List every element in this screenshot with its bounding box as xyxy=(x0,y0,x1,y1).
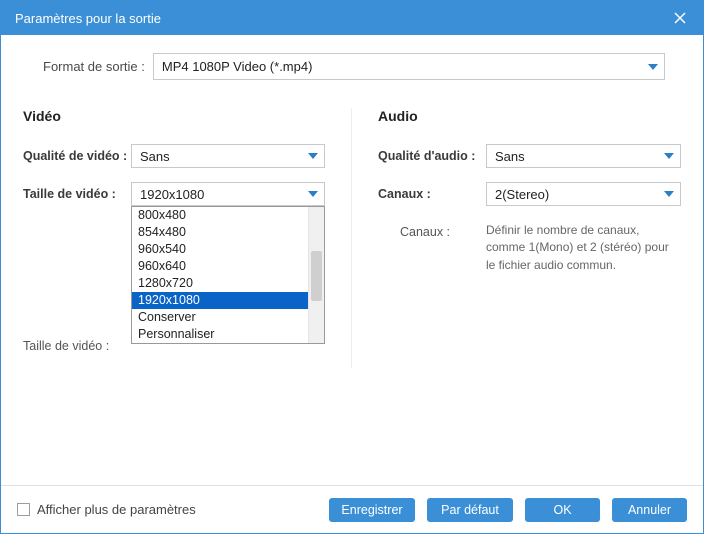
video-size-desc-label: Taille de vidéo : xyxy=(23,334,131,354)
video-size-option[interactable]: 1920x1080 xyxy=(132,292,324,309)
chevron-down-icon xyxy=(648,64,658,70)
video-size-option[interactable]: 854x480 xyxy=(132,224,324,241)
audio-quality-label: Qualité d'audio : xyxy=(378,144,486,164)
video-size-option[interactable]: Personnaliser xyxy=(132,326,324,343)
video-size-dropdown[interactable]: 800x480854x480960x540960x6401280x7201920… xyxy=(131,206,325,344)
window-title: Paramètres pour la sortie xyxy=(15,11,161,26)
cancel-button[interactable]: Annuler xyxy=(612,498,687,522)
more-params-checkbox[interactable]: Afficher plus de paramètres xyxy=(17,502,317,517)
video-size-option[interactable]: 960x540 xyxy=(132,241,324,258)
video-size-option[interactable]: Conserver xyxy=(132,309,324,326)
footer: Afficher plus de paramètres Enregistrer … xyxy=(1,485,703,533)
scrollbar[interactable] xyxy=(308,207,324,343)
video-size-option[interactable]: 800x480 xyxy=(132,207,324,224)
video-quality-value: Sans xyxy=(140,149,170,164)
audio-channels-select[interactable]: 2(Stereo) xyxy=(486,182,681,206)
video-size-label: Taille de vidéo : xyxy=(23,182,131,202)
audio-channels-label: Canaux : xyxy=(378,182,486,202)
video-size-option[interactable]: 1280x720 xyxy=(132,275,324,292)
close-icon[interactable] xyxy=(671,9,689,27)
chevron-down-icon xyxy=(308,191,318,197)
audio-channels-desc-label: Canaux : xyxy=(378,220,486,240)
video-size-select[interactable]: 1920x1080 xyxy=(131,182,325,206)
video-quality-select[interactable]: Sans xyxy=(131,144,325,168)
ok-button[interactable]: OK xyxy=(525,498,600,522)
output-format-label: Format de sortie : xyxy=(43,59,145,74)
output-format-value: MP4 1080P Video (*.mp4) xyxy=(162,59,313,74)
chevron-down-icon xyxy=(308,153,318,159)
more-params-label: Afficher plus de paramètres xyxy=(37,502,196,517)
output-format-row: Format de sortie : MP4 1080P Video (*.mp… xyxy=(23,53,681,80)
titlebar: Paramètres pour la sortie xyxy=(1,1,703,35)
audio-quality-value: Sans xyxy=(495,149,525,164)
video-header: Vidéo xyxy=(23,108,325,124)
scrollbar-thumb[interactable] xyxy=(311,251,322,301)
audio-quality-select[interactable]: Sans xyxy=(486,144,681,168)
save-button[interactable]: Enregistrer xyxy=(329,498,415,522)
audio-panel: Audio Qualité d'audio : Sans Canaux : 2(… xyxy=(352,108,681,368)
video-panel: Vidéo Qualité de vidéo : Sans Taille de … xyxy=(23,108,352,368)
checkbox-icon xyxy=(17,503,30,516)
video-quality-label: Qualité de vidéo : xyxy=(23,144,131,164)
audio-channels-desc: Définir le nombre de canaux, comme 1(Mon… xyxy=(486,220,681,274)
default-button[interactable]: Par défaut xyxy=(427,498,513,522)
audio-header: Audio xyxy=(378,108,681,124)
audio-channels-value: 2(Stereo) xyxy=(495,187,549,202)
video-size-value: 1920x1080 xyxy=(140,187,204,202)
output-format-select[interactable]: MP4 1080P Video (*.mp4) xyxy=(153,53,665,80)
video-size-option[interactable]: 960x640 xyxy=(132,258,324,275)
chevron-down-icon xyxy=(664,153,674,159)
chevron-down-icon xyxy=(664,191,674,197)
